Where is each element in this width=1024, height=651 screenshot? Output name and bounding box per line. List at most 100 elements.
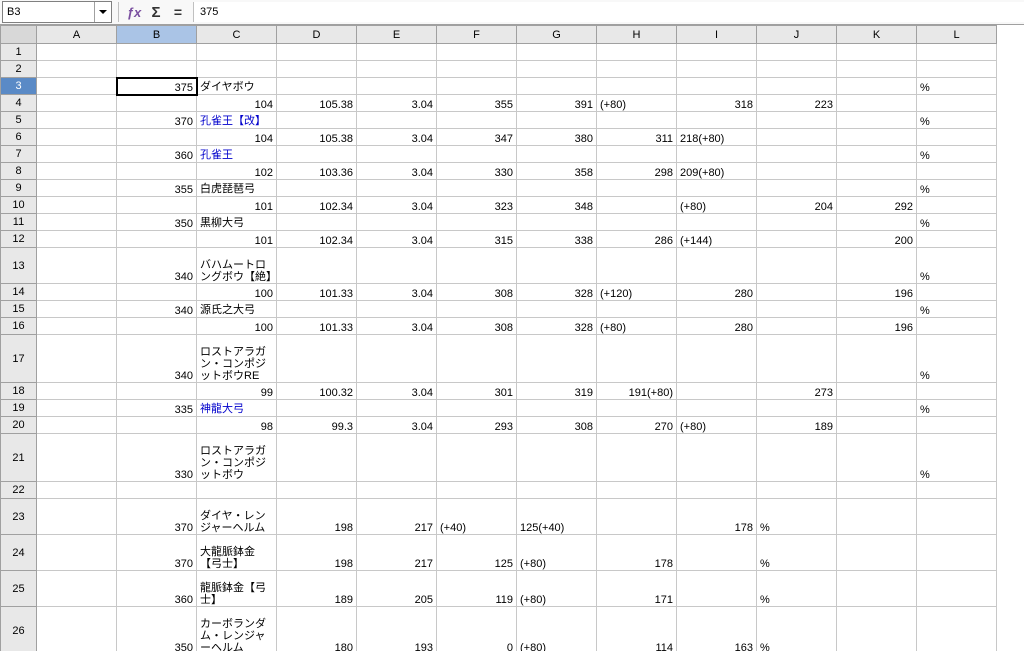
cell-F7[interactable] xyxy=(437,146,517,163)
cell-I15[interactable] xyxy=(677,301,757,318)
cell-B7[interactable]: 360 xyxy=(117,146,197,163)
cell-F2[interactable] xyxy=(437,61,517,78)
col-header-L[interactable]: L xyxy=(917,26,997,44)
cell-F23[interactable]: (+40) xyxy=(437,499,517,535)
cell-I17[interactable] xyxy=(677,335,757,383)
cell-D2[interactable] xyxy=(277,61,357,78)
cell-E26[interactable]: 193 xyxy=(357,607,437,651)
cell-H24[interactable]: 178 xyxy=(597,535,677,571)
cell-L10[interactable] xyxy=(917,197,997,214)
cell-J1[interactable] xyxy=(757,44,837,61)
cell-B10[interactable] xyxy=(117,197,197,214)
cell-G24[interactable]: (+80) xyxy=(517,535,597,571)
cell-C11[interactable]: 黒柳大弓 xyxy=(197,214,277,231)
cell-E13[interactable] xyxy=(357,248,437,284)
cell-E14[interactable]: 3.04 xyxy=(357,284,437,301)
cell-H17[interactable] xyxy=(597,335,677,383)
cell-K22[interactable] xyxy=(837,482,917,499)
cell-C24[interactable]: 大龍脈鉢金【弓士】 xyxy=(197,535,277,571)
row-header-25[interactable]: 25 xyxy=(1,571,37,607)
cell-D19[interactable] xyxy=(277,400,357,417)
cell-E2[interactable] xyxy=(357,61,437,78)
cell-A2[interactable] xyxy=(37,61,117,78)
cell-E18[interactable]: 3.04 xyxy=(357,383,437,400)
cell-E1[interactable] xyxy=(357,44,437,61)
cell-E10[interactable]: 3.04 xyxy=(357,197,437,214)
cell-B1[interactable] xyxy=(117,44,197,61)
col-header-K[interactable]: K xyxy=(837,26,917,44)
cell-L16[interactable] xyxy=(917,318,997,335)
cell-G13[interactable] xyxy=(517,248,597,284)
cell-D8[interactable]: 103.36 xyxy=(277,163,357,180)
cell-I12[interactable]: (+144) xyxy=(677,231,757,248)
cell-E5[interactable] xyxy=(357,112,437,129)
cell-I25[interactable] xyxy=(677,571,757,607)
cell-L1[interactable] xyxy=(917,44,997,61)
cell-B26[interactable]: 350 xyxy=(117,607,197,651)
cell-D26[interactable]: 180 xyxy=(277,607,357,651)
cell-G8[interactable]: 358 xyxy=(517,163,597,180)
cell-K24[interactable] xyxy=(837,535,917,571)
cell-F25[interactable]: 119 xyxy=(437,571,517,607)
cell-A22[interactable] xyxy=(37,482,117,499)
cell-L9[interactable]: % xyxy=(917,180,997,197)
cell-I2[interactable] xyxy=(677,61,757,78)
cell-E16[interactable]: 3.04 xyxy=(357,318,437,335)
name-box[interactable]: B3 xyxy=(2,1,112,23)
cell-D17[interactable] xyxy=(277,335,357,383)
cell-C2[interactable] xyxy=(197,61,277,78)
cell-H25[interactable]: 171 xyxy=(597,571,677,607)
cell-B14[interactable] xyxy=(117,284,197,301)
row-header-24[interactable]: 24 xyxy=(1,535,37,571)
cell-H1[interactable] xyxy=(597,44,677,61)
cell-D23[interactable]: 198 xyxy=(277,499,357,535)
row-header-11[interactable]: 11 xyxy=(1,214,37,231)
cell-L18[interactable] xyxy=(917,383,997,400)
cell-A12[interactable] xyxy=(37,231,117,248)
cell-G2[interactable] xyxy=(517,61,597,78)
cell-G4[interactable]: 391 xyxy=(517,95,597,112)
cell-B24[interactable]: 370 xyxy=(117,535,197,571)
cell-H8[interactable]: 298 xyxy=(597,163,677,180)
cell-I23[interactable]: 178 xyxy=(677,499,757,535)
cell-C26[interactable]: カーボランダム・レンジャーヘルム xyxy=(197,607,277,651)
cell-B8[interactable] xyxy=(117,163,197,180)
cell-C17[interactable]: ロストアラガン・コンポジットボウRE xyxy=(197,335,277,383)
cell-J15[interactable] xyxy=(757,301,837,318)
cell-B5[interactable]: 370 xyxy=(117,112,197,129)
row-header-20[interactable]: 20 xyxy=(1,417,37,434)
cell-B11[interactable]: 350 xyxy=(117,214,197,231)
cell-J4[interactable]: 223 xyxy=(757,95,837,112)
cell-H26[interactable]: 114 xyxy=(597,607,677,651)
cell-I6[interactable]: 218(+80) xyxy=(677,129,757,146)
cell-B20[interactable] xyxy=(117,417,197,434)
cell-C14[interactable]: 100 xyxy=(197,284,277,301)
row-header-18[interactable]: 18 xyxy=(1,383,37,400)
cell-F8[interactable]: 330 xyxy=(437,163,517,180)
cell-G5[interactable] xyxy=(517,112,597,129)
cell-L17[interactable]: % xyxy=(917,335,997,383)
cell-K13[interactable] xyxy=(837,248,917,284)
cell-F22[interactable] xyxy=(437,482,517,499)
cell-E8[interactable]: 3.04 xyxy=(357,163,437,180)
cell-J3[interactable] xyxy=(757,78,837,95)
cell-I8[interactable]: 209(+80) xyxy=(677,163,757,180)
row-header-8[interactable]: 8 xyxy=(1,163,37,180)
cell-F19[interactable] xyxy=(437,400,517,417)
cell-D3[interactable] xyxy=(277,78,357,95)
cell-A5[interactable] xyxy=(37,112,117,129)
cell-G7[interactable] xyxy=(517,146,597,163)
cell-K17[interactable] xyxy=(837,335,917,383)
cell-L11[interactable]: % xyxy=(917,214,997,231)
col-header-E[interactable]: E xyxy=(357,26,437,44)
row-header-10[interactable]: 10 xyxy=(1,197,37,214)
row-header-7[interactable]: 7 xyxy=(1,146,37,163)
cell-C10[interactable]: 101 xyxy=(197,197,277,214)
cell-I3[interactable] xyxy=(677,78,757,95)
cell-A26[interactable] xyxy=(37,607,117,651)
cell-E22[interactable] xyxy=(357,482,437,499)
cell-A6[interactable] xyxy=(37,129,117,146)
cell-B17[interactable]: 340 xyxy=(117,335,197,383)
cell-K15[interactable] xyxy=(837,301,917,318)
cell-J7[interactable] xyxy=(757,146,837,163)
